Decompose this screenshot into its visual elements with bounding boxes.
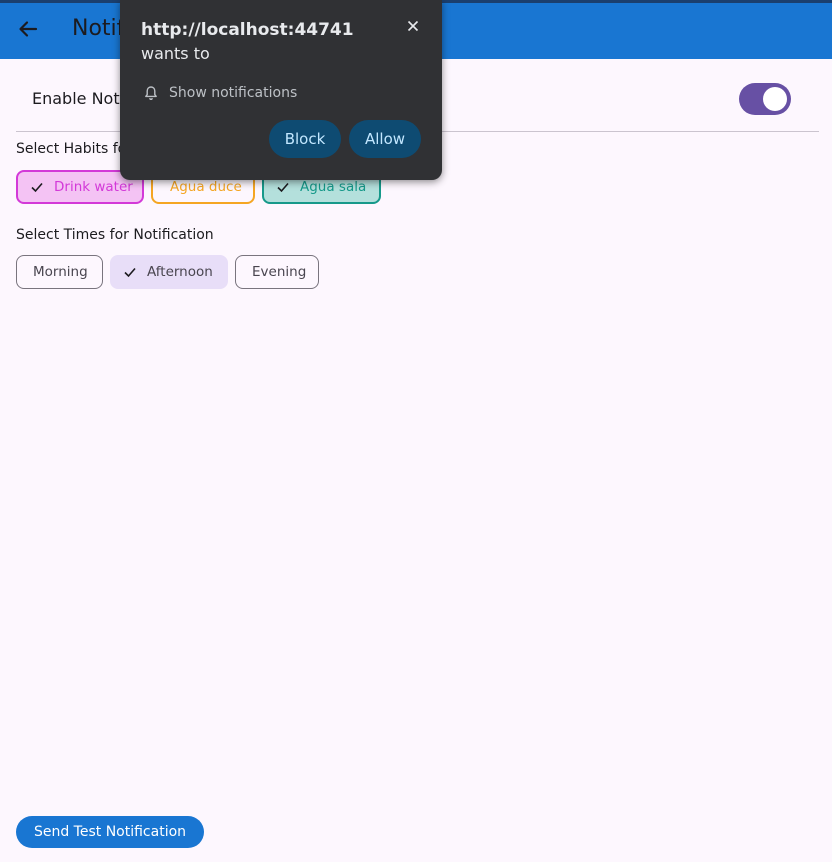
enable-notifications-switch[interactable] <box>739 83 791 115</box>
allow-button[interactable]: Allow <box>349 120 421 158</box>
chip-label: Afternoon <box>147 264 213 280</box>
send-test-notification-button[interactable]: Send Test Notification <box>16 816 204 848</box>
arrow-left-icon <box>18 19 38 44</box>
popup-close-button[interactable] <box>403 18 423 38</box>
check-icon <box>123 265 137 279</box>
block-button[interactable]: Block <box>269 120 341 158</box>
popup-permission-label: Show notifications <box>169 85 298 101</box>
chip-label: Drink water <box>54 179 133 195</box>
check-icon <box>276 180 290 194</box>
popup-wants-to: wants to <box>141 44 210 63</box>
bell-icon <box>143 85 159 101</box>
times-section-label: Select Times for Notification <box>16 227 214 243</box>
chip-label: Evening <box>252 264 307 280</box>
popup-origin: http://localhost:44741 <box>141 20 354 40</box>
time-chip-afternoon[interactable]: Afternoon <box>110 255 228 289</box>
chip-label: Agua duce <box>170 179 242 195</box>
switch-thumb <box>763 87 787 111</box>
chip-label: Morning <box>33 264 88 280</box>
permission-popup: http://localhost:44741 wants to Show not… <box>120 0 442 180</box>
back-button[interactable] <box>12 15 44 47</box>
time-chip-evening[interactable]: Evening <box>235 255 319 289</box>
time-chip-morning[interactable]: Morning <box>16 255 103 289</box>
chip-label: Agua sala <box>300 179 367 195</box>
close-icon <box>407 19 419 37</box>
check-icon <box>30 180 44 194</box>
